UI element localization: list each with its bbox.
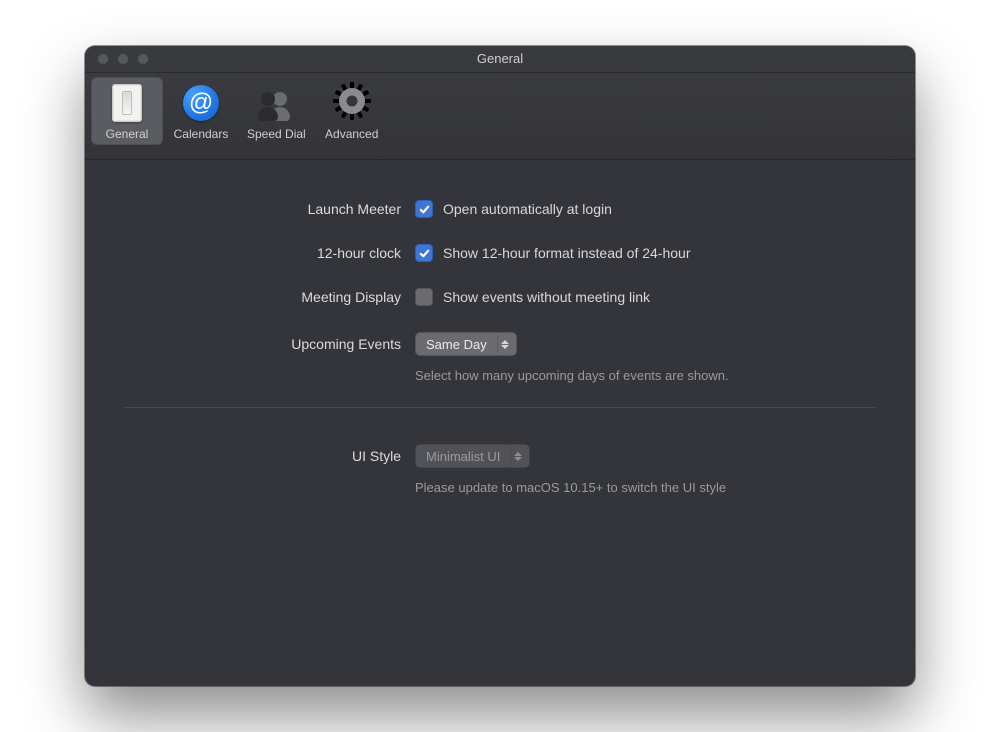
preferences-window: General General @ Calendars Speed Dial [85,46,915,686]
launch-at-login-text: Open automatically at login [443,201,612,217]
advanced-icon [332,81,372,126]
upcoming-events-select[interactable]: Same Day [415,332,517,356]
tab-calendars[interactable]: @ Calendars [165,77,237,145]
row-ui-style: UI Style Minimalist UI [125,444,875,468]
chevron-up-down-icon [497,335,512,353]
ui-style-help: Please update to macOS 10.15+ to switch … [415,480,875,495]
twelve-hour-checkbox[interactable] [415,244,433,262]
preferences-content: Launch Meeter Open automatically at logi… [85,160,915,495]
minimize-window-button[interactable] [117,53,129,65]
show-events-without-link-checkbox[interactable] [415,288,433,306]
row-launch-meeter: Launch Meeter Open automatically at logi… [125,200,875,218]
tab-calendars-label: Calendars [174,127,229,141]
row-upcoming-events: Upcoming Events Same Day [125,332,875,356]
general-icon [112,84,142,122]
row-clock: 12-hour clock Show 12-hour format instea… [125,244,875,262]
window-title: General [85,46,915,72]
tab-speed-dial-label: Speed Dial [247,127,306,141]
ui-style-value: Minimalist UI [426,449,510,464]
upcoming-events-label: Upcoming Events [125,336,415,352]
upcoming-events-value: Same Day [426,337,497,352]
tab-advanced-label: Advanced [325,127,378,141]
tab-general-label: General [106,127,149,141]
zoom-window-button[interactable] [137,53,149,65]
close-window-button[interactable] [97,53,109,65]
twelve-hour-text: Show 12-hour format instead of 24-hour [443,245,690,261]
window-controls [97,53,149,65]
titlebar: General [85,46,915,73]
ui-style-select: Minimalist UI [415,444,530,468]
section-divider [125,407,875,408]
speed-dial-icon [256,85,296,121]
row-meeting-display: Meeting Display Show events without meet… [125,288,875,306]
meeting-display-label: Meeting Display [125,289,415,305]
calendars-icon: @ [183,85,219,121]
upcoming-events-help: Select how many upcoming days of events … [415,368,875,383]
clock-label: 12-hour clock [125,245,415,261]
tab-speed-dial[interactable]: Speed Dial [239,77,314,145]
launch-at-login-checkbox[interactable] [415,200,433,218]
tab-general[interactable]: General [91,77,163,145]
chevron-up-down-icon [510,447,525,465]
ui-style-label: UI Style [125,448,415,464]
launch-meeter-label: Launch Meeter [125,201,415,217]
tab-advanced[interactable]: Advanced [316,77,388,145]
show-events-without-link-text: Show events without meeting link [443,289,650,305]
preferences-toolbar: General @ Calendars Speed Dial [85,73,915,160]
